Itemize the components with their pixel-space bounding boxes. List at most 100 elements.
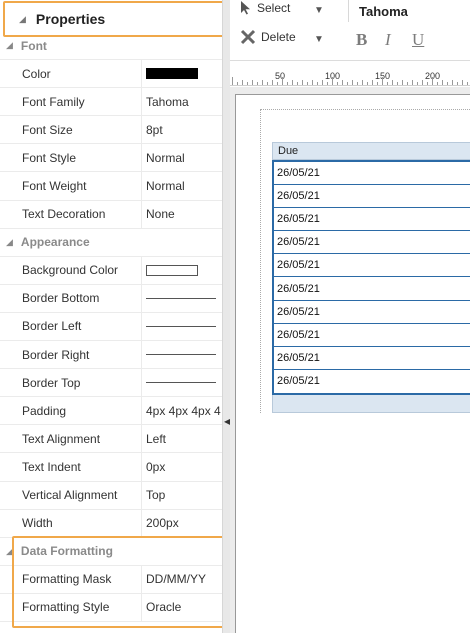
table-body[interactable]: 26/05/21 26/05/21 26/05/21 26/05/21 26/05/21… — [272, 160, 470, 395]
property-row-text-decoration[interactable]: Text Decoration None — [0, 200, 222, 229]
property-value[interactable] — [142, 369, 222, 396]
property-row-font-size[interactable]: Font Size 8pt — [0, 116, 222, 145]
property-row-border-left[interactable]: Border Left — [0, 312, 222, 342]
property-key: Vertical Alignment — [0, 481, 142, 509]
property-key: Border Right — [0, 341, 142, 369]
property-value[interactable] — [142, 313, 222, 340]
delete-dropdown-caret-icon[interactable]: ▼ — [314, 34, 324, 45]
section-collapse-icon[interactable]: ◢ — [6, 237, 13, 248]
ruler-tick — [387, 82, 388, 85]
ruler-tick — [297, 82, 298, 85]
ruler-tick — [397, 82, 398, 85]
report-page[interactable]: Due 26/05/21 26/05/21 26/05/21 26/05/21 26/0… — [235, 94, 470, 633]
property-value[interactable]: Oracle — [142, 594, 222, 621]
property-value[interactable] — [142, 285, 222, 312]
table-row[interactable]: 26/05/21 — [274, 185, 470, 209]
table-row[interactable]: 26/05/21 — [274, 254, 470, 278]
property-value-text: Normal — [146, 179, 185, 194]
property-value[interactable]: Normal — [142, 172, 222, 199]
property-value[interactable]: Left — [142, 425, 222, 452]
horizontal-ruler: 50 100 150 200 — [230, 60, 470, 86]
property-key: Background Color — [0, 256, 142, 284]
table-row[interactable]: 26/05/21 — [274, 323, 470, 347]
property-value[interactable] — [142, 60, 222, 87]
ruler-tick — [357, 82, 358, 85]
property-value[interactable]: Normal — [142, 144, 222, 171]
table-row[interactable]: 26/05/21 — [274, 369, 470, 393]
property-key: Border Top — [0, 369, 142, 397]
table-row[interactable]: 26/05/21 — [274, 300, 470, 324]
border-style-line[interactable] — [146, 325, 216, 327]
property-value[interactable] — [142, 341, 222, 368]
property-row-font-weight[interactable]: Font Weight Normal — [0, 172, 222, 201]
bold-button[interactable]: B — [356, 30, 367, 50]
property-value[interactable]: Top — [142, 482, 222, 509]
ruler-tick — [327, 82, 328, 85]
color-swatch[interactable] — [146, 68, 198, 80]
ruler-tick — [462, 80, 463, 85]
property-row-text-alignment[interactable]: Text Alignment Left — [0, 425, 222, 454]
property-value[interactable]: None — [142, 201, 222, 228]
property-value[interactable]: 8pt — [142, 116, 222, 143]
table-row[interactable]: 26/05/21 — [274, 208, 470, 232]
property-key: Color — [0, 60, 142, 88]
underline-button[interactable]: U — [412, 30, 424, 50]
property-key: Border Left — [0, 312, 142, 341]
properties-header[interactable]: ◢ Properties — [3, 1, 222, 37]
properties-panel: ◢ Font Color Font Family Tahoma Font Size 8pt F… — [0, 0, 222, 633]
table-row[interactable]: 26/05/21 — [274, 277, 470, 301]
property-row-text-indent[interactable]: Text Indent 0px — [0, 453, 222, 482]
table-header[interactable]: Due — [272, 142, 470, 160]
property-value[interactable]: 4px 4px 4px 4 — [142, 397, 222, 424]
ruler-tick — [292, 80, 293, 85]
border-style-line[interactable] — [146, 382, 216, 384]
section-collapse-icon[interactable]: ◢ — [6, 40, 13, 51]
section-collapse-icon[interactable]: ◢ — [6, 546, 13, 557]
panel-splitter[interactable]: ◀ — [222, 0, 230, 633]
property-row-color[interactable]: Color — [0, 60, 222, 89]
collapse-triangle-icon[interactable]: ◢ — [19, 14, 26, 25]
select-button[interactable]: Select — [240, 1, 290, 15]
property-row-border-right[interactable]: Border Right — [0, 341, 222, 370]
property-row-background-color[interactable]: Background Color — [0, 256, 222, 285]
select-dropdown-caret-icon[interactable]: ▼ — [314, 5, 324, 16]
table-row[interactable]: 26/05/21 — [274, 162, 470, 186]
property-row-vertical-alignment[interactable]: Vertical Alignment Top — [0, 481, 222, 510]
border-style-line[interactable] — [146, 354, 216, 356]
property-row-formatting-style[interactable]: Formatting Style Oracle — [0, 593, 222, 622]
ruler-tick — [237, 82, 238, 85]
property-key: Font Family — [0, 88, 142, 116]
font-family-select[interactable]: Tahoma — [348, 0, 470, 22]
section-appearance[interactable]: ◢ Appearance — [0, 229, 222, 257]
property-value[interactable]: DD/MM/YY — [142, 566, 222, 593]
property-row-border-top[interactable]: Border Top — [0, 369, 222, 398]
property-value[interactable]: 0px — [142, 453, 222, 480]
section-data-formatting[interactable]: ◢ Data Formatting — [0, 538, 222, 566]
property-value-text: 200px — [146, 516, 179, 531]
italic-button[interactable]: I — [385, 30, 391, 50]
property-value[interactable]: 200px — [142, 510, 222, 537]
ruler-tick — [422, 80, 423, 85]
property-row-formatting-mask[interactable]: Formatting Mask DD/MM/YY — [0, 565, 222, 594]
color-swatch[interactable] — [146, 264, 198, 276]
property-key: Font Size — [0, 116, 142, 144]
table-row[interactable]: 26/05/21 — [274, 346, 470, 370]
property-row-font-style[interactable]: Font Style Normal — [0, 144, 222, 173]
select-label: Select — [257, 1, 291, 15]
property-row-font-family[interactable]: Font Family Tahoma — [0, 88, 222, 117]
delete-button[interactable]: Delete — [240, 29, 296, 45]
ruler-tick — [432, 77, 433, 85]
property-list: ◢ Font Color Font Family Tahoma Font Size 8pt F… — [0, 32, 222, 622]
property-row-width[interactable]: Width 200px — [0, 509, 222, 538]
section-label: Appearance — [20, 235, 90, 250]
data-table[interactable]: Due 26/05/21 26/05/21 26/05/21 26/05/21 26/0… — [272, 142, 470, 413]
border-style-line[interactable] — [146, 297, 216, 299]
table-footer[interactable] — [272, 394, 470, 413]
property-value[interactable] — [142, 257, 222, 284]
property-value[interactable]: Tahoma — [142, 88, 222, 115]
property-row-padding[interactable]: Padding 4px 4px 4px 4 — [0, 397, 222, 426]
design-canvas[interactable]: Due 26/05/21 26/05/21 26/05/21 26/05/21 26/0… — [230, 87, 470, 633]
property-value-text: Tahoma — [146, 94, 189, 109]
table-row[interactable]: 26/05/21 — [274, 231, 470, 255]
property-row-border-bottom[interactable]: Border Bottom — [0, 284, 222, 313]
